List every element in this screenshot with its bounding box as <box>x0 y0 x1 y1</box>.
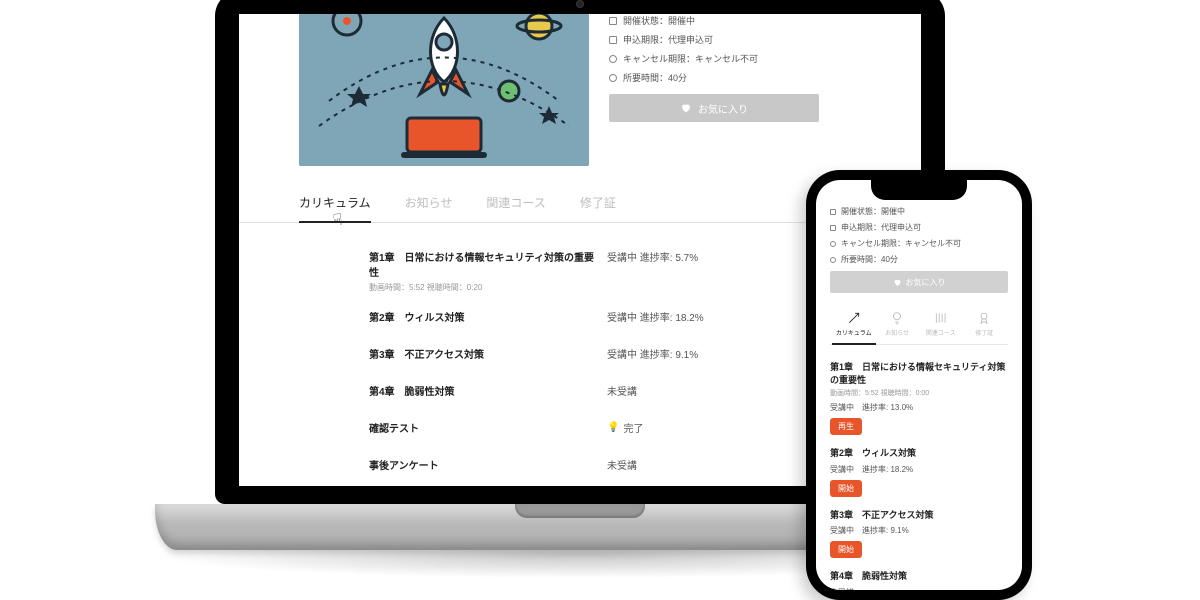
phone-start-button[interactable]: 開始 <box>830 480 862 497</box>
phone-frame: 開催状態：開催中 申込期限：代理申込可 キャンセル期限：キャンセル不可 所要時間… <box>806 170 1032 600</box>
curriculum-row: 事後アンケート 未受講 回答 <box>369 449 881 486</box>
meta-text: 申込期限：代理申込可 <box>623 33 713 46</box>
phone-curriculum-row: 第4章 脆弱性対策 未受講 開始 <box>830 564 1008 590</box>
phone-start-button[interactable]: 開始 <box>830 541 862 558</box>
tab-cert[interactable]: 修了証 <box>580 188 616 222</box>
lamp-icon <box>890 311 904 325</box>
tab-label: カリキュラム <box>836 328 872 337</box>
chapter-status: 受講中 進捗率: 5.7% <box>599 249 835 264</box>
clock-icon <box>609 55 617 63</box>
course-hero-image <box>299 14 589 166</box>
calendar-icon <box>830 225 836 231</box>
tab-related[interactable]: 関連コース <box>486 188 545 222</box>
heart-icon <box>680 102 692 114</box>
chapter-status: 受講中 進捗率: 9.1% <box>830 525 1008 536</box>
meta-text: キャンセル期限：キャンセル不可 <box>841 238 961 249</box>
lamp-icon: 💡 <box>607 422 619 433</box>
tab-label: 関連コース <box>926 328 956 337</box>
phone-tab-curriculum[interactable]: カリキュラム <box>832 307 876 345</box>
chapter-title: 第4章 脆弱性対策 <box>369 383 599 398</box>
phone-tab-news[interactable]: お知らせ <box>876 307 920 344</box>
phone-body: 開催状態：開催中 申込期限：代理申込可 キャンセル期限：キャンセル不可 所要時間… <box>806 170 1032 600</box>
chapter-title: 確認テスト <box>369 420 599 435</box>
phone-curriculum-row: 第1章 日常における情報セキュリティ対策の重要性 動画時間：5:52 視聴時間：… <box>830 355 1008 441</box>
tab-label: お知らせ <box>885 328 909 337</box>
favorite-label: お気に入り <box>698 101 748 116</box>
chapter-status: 未受講 <box>599 383 835 398</box>
calendar-icon <box>830 209 836 215</box>
tab-news[interactable]: お知らせ <box>405 188 453 222</box>
chapter-status: 受講中 進捗率: 9.1% <box>599 346 835 361</box>
curriculum-row: 第2章 ウィルス対策 受講中 進捗率: 18.2% 開始 <box>369 301 881 338</box>
phone-curriculum-row: 第3章 不正アクセス対策 受講中 進捗率: 9.1% 開始 <box>830 503 1008 565</box>
chapter-status: 受講中 進捗率: 18.2% <box>599 309 835 324</box>
course-meta: 開催状態：開催中 申込期限：代理申込可 キャンセル期限：キャンセル不可 所要時間… <box>609 14 891 122</box>
status-text: 完了 <box>623 420 643 435</box>
phone-curriculum-list: 第1章 日常における情報セキュリティ対策の重要性 動画時間：5:52 視聴時間：… <box>830 345 1008 590</box>
chapter-title: 第2章 ウィルス対策 <box>369 309 599 324</box>
heart-icon <box>893 278 902 287</box>
tab-label: 修了証 <box>975 328 993 337</box>
chapter-title: 第4章 脆弱性対策 <box>830 570 1008 583</box>
phone-screen: 開催状態：開催中 申込期限：代理申込可 キャンセル期限：キャンセル不可 所要時間… <box>816 180 1022 590</box>
laptop-hinge-notch <box>515 504 645 518</box>
curriculum-row: 確認テスト 💡完了 テスト開始 <box>369 412 881 449</box>
clock-icon <box>830 257 836 263</box>
chapter-status: 💡 完了 <box>599 420 808 435</box>
curriculum-row: 第1章 日常における情報セキュリティ対策の重要性 動画時間：5:52 視聴時間：… <box>369 241 881 301</box>
meta-text: 開催状態：開催中 <box>841 206 905 217</box>
phone-notch <box>871 180 967 200</box>
wand-icon <box>847 311 861 325</box>
phone-tab-related[interactable]: 関連コース <box>919 307 963 344</box>
chapter-sub: 動画時間：5:52 視聴時間：0:00 <box>830 388 1008 398</box>
favorite-button[interactable]: お気に入り <box>609 94 819 122</box>
chapter-status: 受講中 進捗率: 18.2% <box>830 464 1008 475</box>
phone-play-button[interactable]: 再生 <box>830 418 862 435</box>
badge-icon <box>977 311 991 325</box>
chapter-title: 第3章 不正アクセス対策 <box>369 346 599 361</box>
phone-favorite-label: お気に入り <box>906 277 946 288</box>
meta-text: 所要時間：40分 <box>623 71 687 84</box>
phone-meta: 開催状態：開催中 申込期限：代理申込可 キャンセル期限：キャンセル不可 所要時間… <box>830 206 1008 265</box>
chapter-title: 第1章 日常における情報セキュリティ対策の重要性 <box>369 249 599 279</box>
calendar-icon <box>609 36 617 44</box>
chapter-title: 第2章 ウィルス対策 <box>830 447 1008 460</box>
chapter-status: 未受講 <box>599 457 835 472</box>
chapter-title: 第1章 日常における情報セキュリティ対策の重要性 <box>830 361 1008 386</box>
clock-icon <box>830 241 836 247</box>
curriculum-row: 第4章 脆弱性対策 未受講 開始 <box>369 375 881 412</box>
calendar-icon <box>609 17 617 25</box>
phone-favorite-button[interactable]: お気に入り <box>830 271 1008 293</box>
meta-text: 開催状態：開催中 <box>623 14 695 27</box>
chapter-title: 事後アンケート <box>369 457 599 472</box>
curriculum-row: 第3章 不正アクセス対策 受講中 進捗率: 9.1% 開始 <box>369 338 881 375</box>
meta-text: 申込期限：代理申込可 <box>841 222 921 233</box>
chapter-status: 未受講 <box>830 587 1008 590</box>
books-icon <box>934 311 948 325</box>
phone-tabs: カリキュラム お知らせ 関連コース 修了証 <box>830 307 1008 345</box>
chapter-status: 受講中 進捗率: 13.0% <box>830 402 1008 413</box>
chapter-title: 第3章 不正アクセス対策 <box>830 509 1008 522</box>
chapter-sub: 動画時間：5:52 視聴時間：0:20 <box>369 282 599 293</box>
laptop-camera <box>576 0 584 8</box>
meta-text: 所要時間：40分 <box>841 254 898 265</box>
clock-icon <box>609 74 617 82</box>
phone-curriculum-row: 第2章 ウィルス対策 受講中 進捗率: 18.2% 開始 <box>830 441 1008 503</box>
phone-tab-cert[interactable]: 修了証 <box>963 307 1007 344</box>
meta-text: キャンセル期限：キャンセル不可 <box>623 52 758 65</box>
